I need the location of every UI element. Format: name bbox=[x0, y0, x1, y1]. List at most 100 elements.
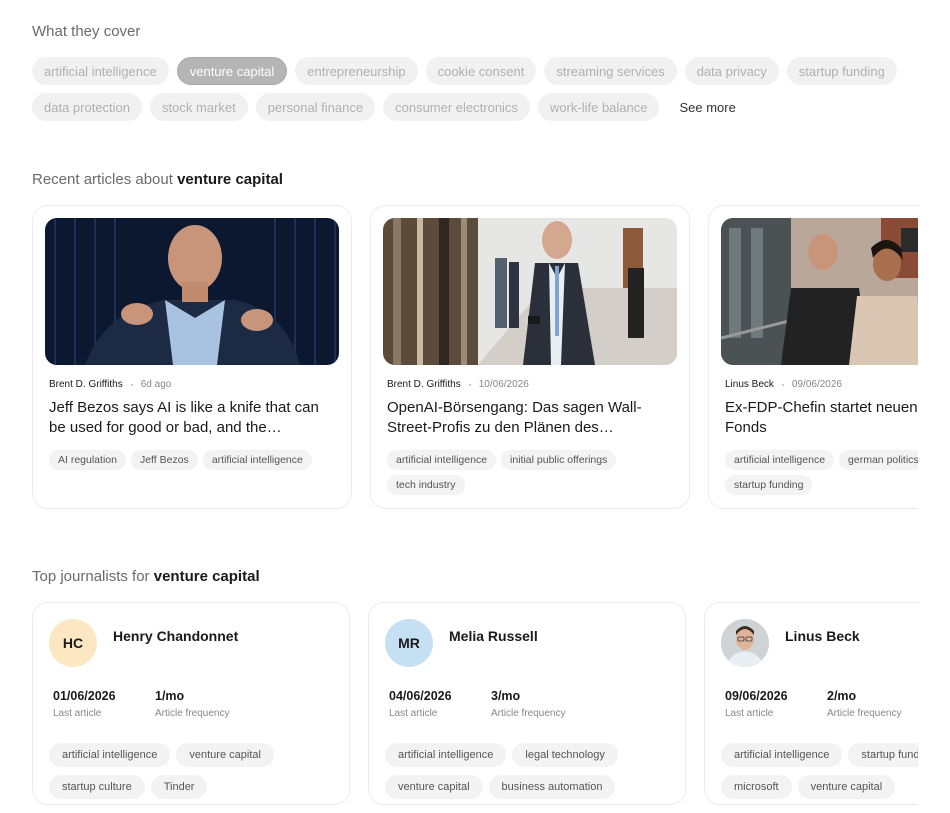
topic-chip[interactable]: entrepreneurship bbox=[295, 57, 418, 85]
journalist-tags: artificial intelligence venture capital … bbox=[49, 743, 333, 799]
article-tag[interactable]: tech industry bbox=[387, 475, 465, 495]
article-image bbox=[383, 218, 677, 365]
topic-chip[interactable]: cookie consent bbox=[425, 57, 537, 85]
last-article-label: Last article bbox=[389, 708, 438, 719]
frequency-label: Article frequency bbox=[491, 708, 566, 719]
avatar: HC bbox=[49, 619, 97, 667]
journalist-stats: 04/06/2026 Last article 3/mo Article fre… bbox=[389, 689, 669, 719]
journalist-tags: artificial intelligence legal technology… bbox=[385, 743, 669, 799]
article-headline[interactable]: Jeff Bezos says AI is like a knife that … bbox=[49, 398, 335, 438]
two-people-outdoors-image bbox=[721, 218, 918, 365]
frequency-label: Article frequency bbox=[827, 708, 902, 719]
article-card[interactable]: Brent D. Griffiths 6d ago Jeff Bezos say… bbox=[32, 205, 352, 509]
article-author[interactable]: Brent D. Griffiths bbox=[387, 379, 461, 390]
journalist-tag[interactable]: venture capital bbox=[176, 743, 274, 767]
see-more-link[interactable]: See more bbox=[679, 100, 735, 115]
meta-separator bbox=[468, 383, 471, 386]
articles-carousel[interactable]: Brent D. Griffiths 6d ago Jeff Bezos say… bbox=[32, 205, 918, 511]
article-tag[interactable]: Jeff Bezos bbox=[130, 450, 198, 470]
article-image bbox=[45, 218, 339, 365]
topic-chip[interactable]: data protection bbox=[32, 93, 143, 121]
last-article-stat: 04/06/2026 Last article bbox=[389, 689, 461, 719]
frequency-stat: 2/mo Article frequency bbox=[827, 689, 901, 719]
topic-chip[interactable]: artificial intelligence bbox=[32, 57, 169, 85]
article-tag[interactable]: startup funding bbox=[725, 475, 813, 495]
article-author[interactable]: Brent D. Griffiths bbox=[49, 379, 123, 390]
journalist-tag[interactable]: venture capital bbox=[797, 775, 896, 799]
topic-chip[interactable]: work-life balance bbox=[537, 93, 660, 121]
journalist-stats: 09/06/2026 Last article 2/mo Article fre… bbox=[725, 689, 918, 719]
frequency-value: 1/mo bbox=[155, 689, 185, 703]
frequency-label: Article frequency bbox=[155, 708, 230, 719]
article-meta: Linus Beck 09/06/2026 bbox=[725, 379, 918, 390]
journalist-tag[interactable]: startup funding bbox=[848, 743, 918, 767]
cover-title: What they cover bbox=[32, 23, 141, 40]
topic-chip[interactable]: stock market bbox=[150, 93, 248, 121]
journalist-header: HC Henry Chandonnet bbox=[49, 619, 333, 667]
frequency-stat: 1/mo Article frequency bbox=[155, 689, 229, 719]
frequency-value: 2/mo bbox=[827, 689, 857, 703]
journalists-title-topic: venture capital bbox=[153, 568, 260, 585]
topic-chips: artificial intelligence venture capital … bbox=[32, 57, 932, 129]
journalist-tag[interactable]: Tinder bbox=[150, 775, 208, 799]
journalist-name[interactable]: Henry Chandonnet bbox=[113, 628, 238, 644]
topic-row-1: artificial intelligence venture capital … bbox=[32, 57, 932, 85]
topic-row-2: data protection stock market personal fi… bbox=[32, 93, 932, 121]
last-article-label: Last article bbox=[53, 708, 102, 719]
article-image bbox=[721, 218, 918, 365]
man-walking-hallway-image bbox=[383, 218, 677, 365]
article-tags: AI regulation Jeff Bezos artificial inte… bbox=[49, 450, 335, 470]
article-tag[interactable]: artificial intelligence bbox=[387, 450, 497, 470]
last-article-stat: 01/06/2026 Last article bbox=[53, 689, 125, 719]
topic-chip[interactable]: consumer electronics bbox=[383, 93, 530, 121]
article-meta: Brent D. Griffiths 6d ago bbox=[49, 379, 339, 390]
article-tags: artificial intelligence german politics … bbox=[725, 450, 918, 495]
journalists-title: Top journalists for venture capital bbox=[32, 568, 260, 585]
article-tag[interactable]: german politics bbox=[839, 450, 918, 470]
journalist-tag[interactable]: artificial intelligence bbox=[721, 743, 843, 767]
articles-title-topic: venture capital bbox=[177, 171, 283, 188]
journalist-card[interactable]: HC Henry Chandonnet 01/06/2026 Last arti… bbox=[32, 602, 350, 805]
journalist-tags: artificial intelligence startup funding … bbox=[721, 743, 918, 799]
last-article-value: 09/06/2026 bbox=[725, 689, 788, 703]
avatar-photo bbox=[721, 619, 769, 667]
article-date: 10/06/2026 bbox=[478, 379, 529, 390]
journalist-tag[interactable]: business automation bbox=[488, 775, 616, 799]
journalist-tag[interactable]: legal technology bbox=[512, 743, 618, 767]
article-headline[interactable]: OpenAI-Börsengang: Das sagen Wall-Street… bbox=[387, 398, 673, 438]
last-article-label: Last article bbox=[725, 708, 774, 719]
meta-separator bbox=[130, 383, 133, 386]
frequency-stat: 3/mo Article frequency bbox=[491, 689, 565, 719]
journalist-header: MR Melia Russell bbox=[385, 619, 669, 667]
article-card[interactable]: Brent D. Griffiths 10/06/2026 OpenAI-Bör… bbox=[370, 205, 690, 509]
topic-chip[interactable]: data privacy bbox=[684, 57, 779, 85]
journalist-name[interactable]: Melia Russell bbox=[449, 628, 538, 644]
journalist-tag[interactable]: artificial intelligence bbox=[49, 743, 171, 767]
journalist-tag[interactable]: microsoft bbox=[721, 775, 792, 799]
article-tag[interactable]: artificial intelligence bbox=[202, 450, 312, 470]
article-tags: artificial intelligence initial public o… bbox=[387, 450, 673, 495]
article-tag[interactable]: initial public offerings bbox=[501, 450, 617, 470]
article-card[interactable]: Linus Beck 09/06/2026 Ex-FDP-Chefin star… bbox=[708, 205, 918, 509]
journalists-carousel[interactable]: HC Henry Chandonnet 01/06/2026 Last arti… bbox=[32, 602, 918, 808]
journalist-name[interactable]: Linus Beck bbox=[785, 628, 860, 644]
journalist-card[interactable]: Linus Beck 09/06/2026 Last article 2/mo … bbox=[704, 602, 918, 805]
journalist-tag[interactable]: artificial intelligence bbox=[385, 743, 507, 767]
topic-chip-active[interactable]: venture capital bbox=[176, 57, 288, 85]
last-article-value: 04/06/2026 bbox=[389, 689, 452, 703]
topic-chip[interactable]: personal finance bbox=[255, 93, 376, 121]
man-on-stage-image bbox=[45, 218, 339, 365]
articles-title: Recent articles about venture capital bbox=[32, 171, 283, 188]
topic-chip[interactable]: startup funding bbox=[786, 57, 897, 85]
journalist-tag[interactable]: venture capital bbox=[385, 775, 483, 799]
topic-chip[interactable]: streaming services bbox=[544, 57, 677, 85]
journalist-tag[interactable]: startup culture bbox=[49, 775, 145, 799]
article-tag[interactable]: AI regulation bbox=[49, 450, 126, 470]
article-date: 09/06/2026 bbox=[791, 379, 842, 390]
article-tag[interactable]: artificial intelligence bbox=[725, 450, 835, 470]
article-author[interactable]: Linus Beck bbox=[725, 379, 774, 390]
journalist-stats: 01/06/2026 Last article 1/mo Article fre… bbox=[53, 689, 333, 719]
article-headline[interactable]: Ex-FDP-Chefin startet neuen 1 Millionen-… bbox=[725, 398, 918, 438]
journalist-card[interactable]: MR Melia Russell 04/06/2026 Last article… bbox=[368, 602, 686, 805]
article-meta: Brent D. Griffiths 10/06/2026 bbox=[387, 379, 677, 390]
